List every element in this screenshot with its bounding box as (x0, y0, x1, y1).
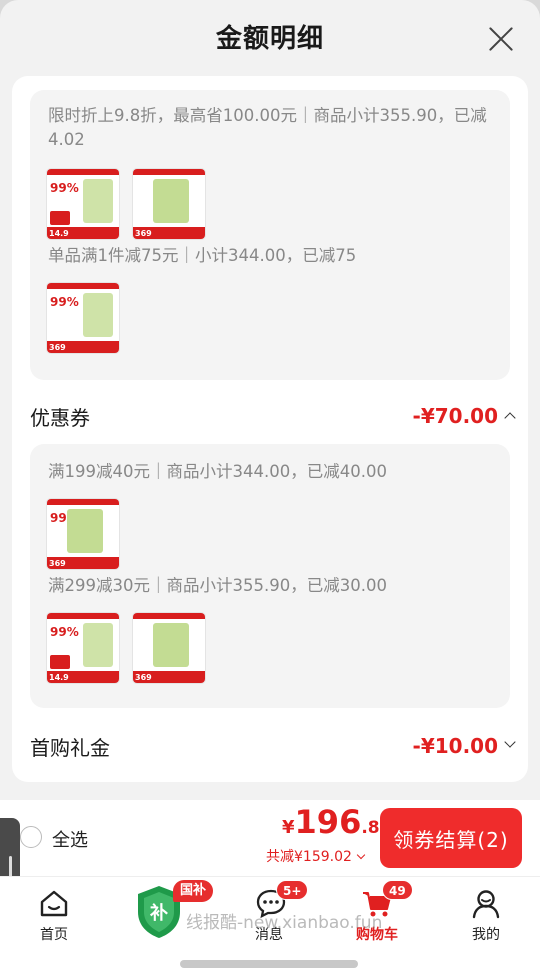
checkout-button[interactable]: 领券结算(2) (380, 808, 522, 868)
promo-group: 限时折上9.8折，最高省100.00元｜商品小计355.90，已减4.02 99… (30, 90, 510, 380)
promo-thumbs-2: 99% 369 (46, 282, 120, 354)
coupon-amount: -¥70.00 (412, 404, 498, 428)
coupon-rule-2: 满299减30元｜商品小计355.90，已减30.00 (48, 576, 387, 595)
national-subsidy-badge: 国补 (173, 880, 213, 902)
select-all-label[interactable]: 全选 (52, 826, 88, 852)
sheet-title: 金额明细 (215, 24, 324, 54)
product-thumbnail[interactable]: 369 (132, 168, 206, 240)
product-thumbnail[interactable]: 99% 14.9 (46, 612, 120, 684)
coupon-row[interactable]: 优惠券 -¥70.00 (30, 402, 516, 432)
promo-thumbs-1: 99% 14.9 369 (46, 168, 206, 240)
product-thumbnail[interactable]: 99% 369 (46, 498, 120, 570)
cart-count-badge: 49 (382, 880, 413, 900)
promo-rule-single: 单品满1件减75元｜小计344.00，已减75 (48, 246, 357, 265)
total-price: ¥196.88 (282, 803, 392, 841)
promo-rule-discount: 限时折上9.8折，最高省100.00元｜商品小计355.90，已减4.02 (48, 106, 487, 149)
message-count-badge: 5+ (276, 880, 309, 900)
chevron-down-icon (356, 850, 366, 860)
watermark-text: 线报酷-new.xianbao.fun (186, 913, 383, 933)
coupon-thumbs-2: 99% 14.9 369 (46, 612, 206, 684)
product-thumbnail[interactable]: 369 (132, 612, 206, 684)
tab-profile[interactable]: 我的 (441, 877, 531, 975)
coupon-group: 满199减40元｜商品小计344.00，已减40.00 99% 369 满299减… (30, 444, 510, 708)
select-all-radio[interactable] (20, 826, 42, 848)
product-thumbnail[interactable]: 99% 14.9 (46, 168, 120, 240)
home-indicator (180, 960, 358, 968)
first-gift-amount: -¥10.00 (412, 734, 498, 758)
home-icon (40, 890, 68, 917)
svg-text:补: 补 (149, 902, 168, 924)
coupon-rule-1: 满199减40元｜商品小计344.00，已减40.00 (48, 462, 387, 481)
total-saved[interactable]: 共减¥159.02 (266, 846, 366, 866)
detail-panel: 限时折上9.8折，最高省100.00元｜商品小计355.90，已减4.02 99… (12, 76, 528, 782)
close-icon[interactable] (488, 26, 514, 52)
chevron-down-icon[interactable] (504, 736, 516, 748)
coupon-label: 优惠券 (30, 406, 90, 430)
profile-icon (472, 890, 500, 919)
amount-detail-sheet: 金额明细 限时折上9.8折，最高省100.00元｜商品小计355.90，已减4.… (0, 0, 540, 800)
product-thumbnail[interactable]: 99% 369 (46, 282, 120, 354)
tab-home[interactable]: 首页 (9, 877, 99, 975)
first-gift-row[interactable]: 首购礼金 -¥10.00 (30, 732, 516, 762)
coupon-thumbs-1: 99% 369 (46, 498, 120, 570)
first-gift-label: 首购礼金 (30, 736, 110, 760)
chevron-up-icon[interactable] (504, 412, 516, 424)
